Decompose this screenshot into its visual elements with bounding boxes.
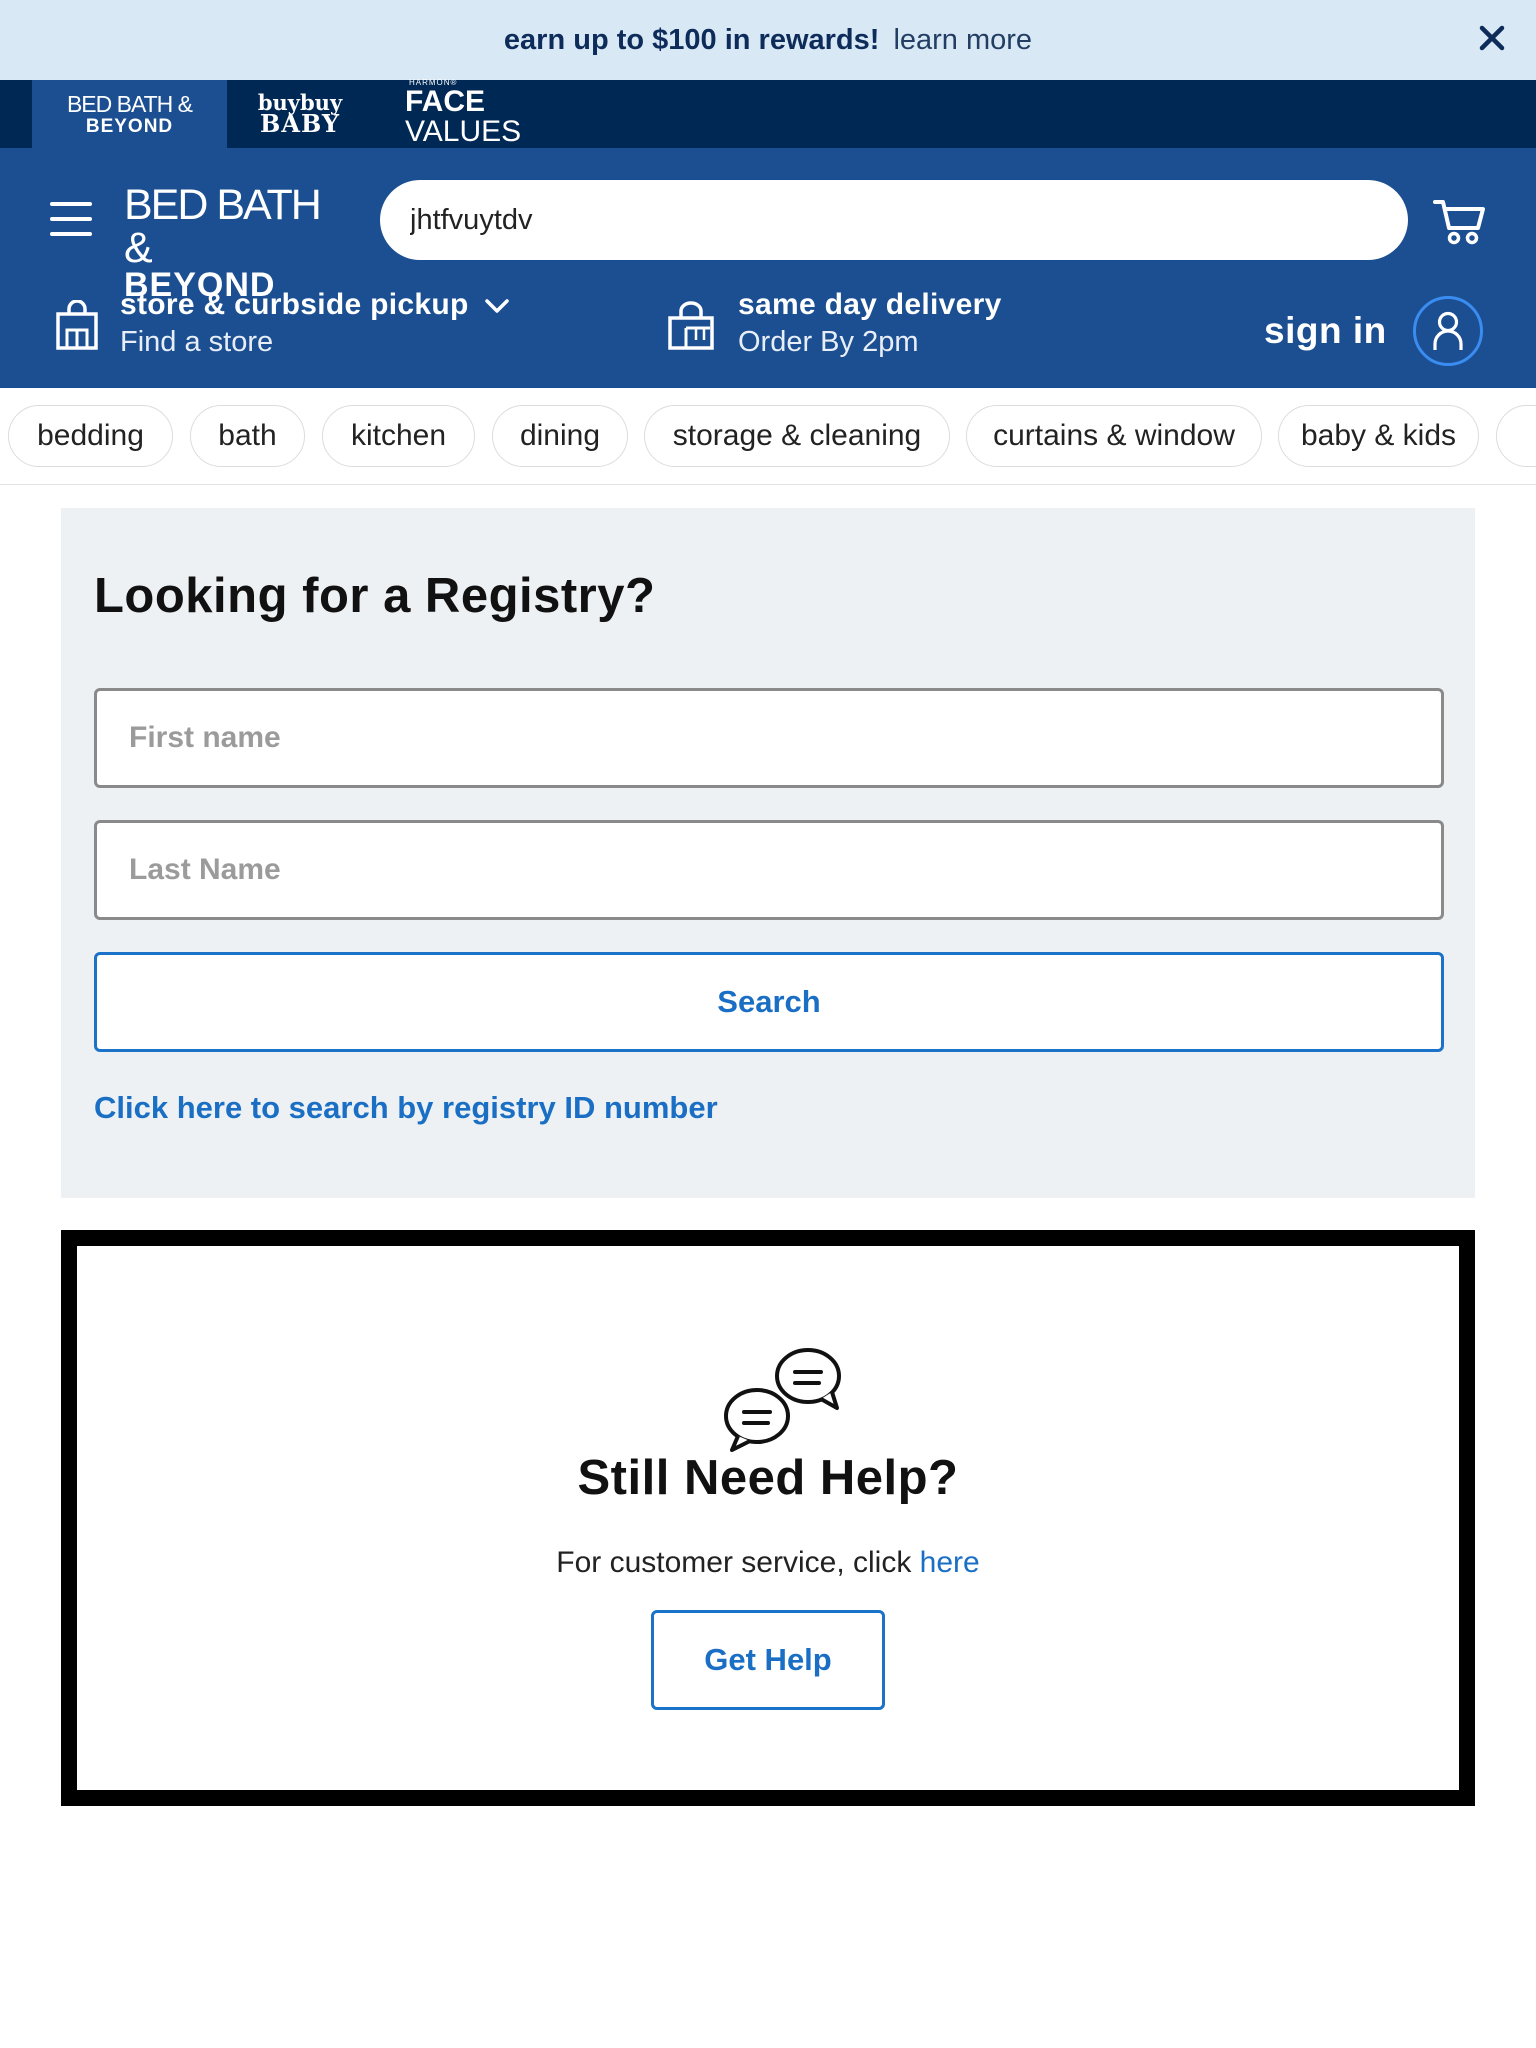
main-header: BED BATH & BEYOND store & curbside picku… xyxy=(0,148,1536,388)
sameday-title: same day delivery xyxy=(738,288,1002,321)
close-icon[interactable] xyxy=(1470,16,1514,60)
same-day-delivery[interactable]: same day delivery Order By 2pm xyxy=(666,288,1028,368)
brand-tab-buybuy-baby[interactable]: buybuy BABY xyxy=(255,80,345,148)
logo-line1: BED BATH & xyxy=(124,181,322,272)
registry-search-card: Looking for a Registry? Search Click her… xyxy=(61,508,1475,1198)
registry-search-button[interactable]: Search xyxy=(94,952,1444,1052)
category-chip-overflow[interactable] xyxy=(1496,405,1536,467)
chevron-down-icon xyxy=(484,299,509,313)
promo-text: earn up to $100 in rewards! learn more xyxy=(504,24,1032,57)
sameday-subtitle: Order By 2pm xyxy=(738,326,919,358)
user-icon xyxy=(1412,296,1483,366)
promo-learn-more-link[interactable]: learn more xyxy=(893,24,1032,56)
brand-bbb-line2: BEYOND xyxy=(85,115,174,137)
category-chip[interactable]: kitchen xyxy=(322,405,475,467)
brand-bbb-line1: BED BATH & xyxy=(66,90,193,117)
category-chip[interactable]: curtains & window xyxy=(966,405,1262,467)
category-chip[interactable]: bath xyxy=(190,405,305,467)
help-title: Still Need Help? xyxy=(577,1451,959,1505)
pickup-title: store & curbside pickup xyxy=(120,288,511,322)
category-chip[interactable]: storage & cleaning xyxy=(644,405,950,467)
category-chip[interactable]: bedding xyxy=(8,405,173,467)
customer-service-link[interactable]: here xyxy=(920,1546,980,1579)
registry-id-search-link[interactable]: Click here to search by registry ID numb… xyxy=(94,1090,718,1126)
store-bag-icon xyxy=(56,300,98,350)
promo-banner: earn up to $100 in rewards! learn more xyxy=(0,0,1536,80)
last-name-field[interactable] xyxy=(94,820,1444,920)
menu-icon[interactable] xyxy=(50,202,96,238)
brand-switcher-bar: BED BATH & BEYOND buybuy BABY HARMON® FA… xyxy=(0,79,1536,148)
brand-tab-face-values[interactable]: HARMON® FACE VALUES xyxy=(405,79,605,148)
search-input[interactable] xyxy=(380,180,1408,260)
cart-icon[interactable] xyxy=(1432,194,1488,250)
brand-fv-name: FACE VALUES xyxy=(405,87,605,147)
sign-in-label: sign in xyxy=(1264,310,1387,351)
site-logo[interactable]: BED BATH & BEYOND xyxy=(124,181,344,303)
get-help-button[interactable]: Get Help xyxy=(651,1610,885,1710)
sign-in-button[interactable]: sign in xyxy=(1264,293,1483,369)
category-nav: bedding bath kitchen dining storage & cl… xyxy=(0,388,1536,485)
pickup-subtitle: Find a store xyxy=(120,326,274,358)
help-text: For customer service, click here xyxy=(77,1546,1459,1580)
brand-tab-bed-bath-beyond[interactable]: BED BATH & BEYOND xyxy=(32,80,227,148)
promo-bold-text: earn up to $100 in rewards! xyxy=(503,23,880,56)
brand-baby-line2: BABY xyxy=(260,108,340,138)
pickup-title-text: store & curbside pickup xyxy=(120,288,469,321)
brand-fv-values: VALUES xyxy=(405,115,522,148)
delivery-box-icon xyxy=(668,301,714,350)
chat-bubbles-icon xyxy=(724,1348,841,1452)
category-chip[interactable]: baby & kids xyxy=(1278,405,1479,467)
help-card: Still Need Help? For customer service, c… xyxy=(61,1230,1475,1806)
first-name-field[interactable] xyxy=(94,688,1444,788)
store-pickup-selector[interactable]: store & curbside pickup Find a store xyxy=(54,288,511,368)
registry-title: Looking for a Registry? xyxy=(94,569,656,623)
category-chip[interactable]: dining xyxy=(492,405,628,467)
brand-fv-face: FACE xyxy=(405,85,486,118)
help-text-body: For customer service, click xyxy=(556,1546,920,1579)
